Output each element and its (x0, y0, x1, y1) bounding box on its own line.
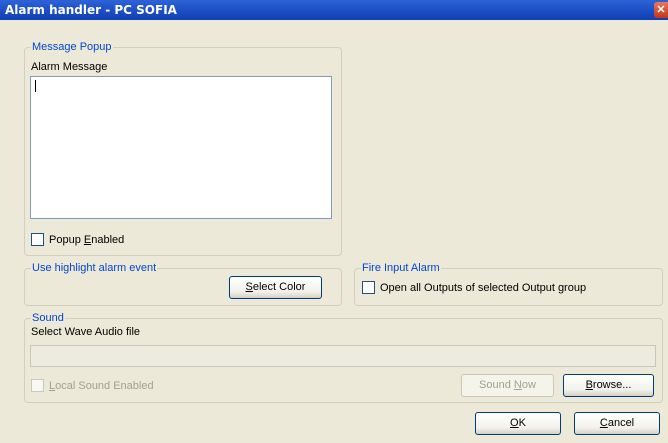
alarm-handler-window: Alarm handler - PC SOFIA ✕ Message Popup… (0, 0, 668, 443)
select-color-key: S (245, 281, 253, 293)
popup-enabled-checkbox[interactable] (31, 233, 44, 246)
sound-now-key: N (513, 379, 522, 391)
wave-file-label: Select Wave Audio file (31, 326, 141, 338)
ok-post: K (518, 417, 526, 429)
window-title: Alarm handler - PC SOFIA (5, 3, 177, 17)
cancel-post: ancel (607, 417, 635, 429)
local-sound-label[interactable]: Local Sound Enabled (49, 380, 154, 393)
close-icon: ✕ (656, 4, 666, 16)
sound-now-pre: Sound (479, 379, 514, 391)
sound-now-post: ow (521, 379, 536, 391)
browse-post: rowse... (592, 379, 632, 391)
popup-enabled-label[interactable]: Popup Enabled (49, 234, 124, 247)
sound-now-button[interactable]: Sound Now (461, 374, 554, 397)
cancel-key: C (599, 417, 608, 429)
select-color-post: elect Color (252, 281, 306, 293)
alarm-message-label: Alarm Message (31, 61, 108, 73)
ok-key: O (510, 417, 519, 429)
wave-file-input[interactable] (30, 345, 656, 367)
browse-button[interactable]: Browse... (563, 374, 654, 397)
open-outputs-label[interactable]: Open all Outputs of selected Output grou… (380, 282, 586, 295)
fire-input-group-title: Fire Input Alarm (361, 261, 441, 275)
close-button[interactable]: ✕ (654, 2, 668, 18)
local-sound-label-post: ocal Sound Enabled (55, 380, 154, 392)
ok-button[interactable]: OK (475, 412, 561, 435)
select-color-button[interactable]: Select Color (229, 276, 322, 299)
open-outputs-checkbox[interactable] (362, 281, 375, 294)
popup-enabled-label-post: nabled (91, 234, 125, 246)
local-sound-checkbox[interactable] (31, 379, 44, 392)
highlight-group-title: Use highlight alarm event (31, 261, 158, 275)
alarm-message-textarea[interactable] (30, 76, 332, 219)
text-caret (35, 80, 36, 92)
popup-enabled-label-pre: Popup (49, 234, 84, 246)
message-popup-group-title: Message Popup (31, 40, 113, 54)
cancel-button[interactable]: Cancel (574, 412, 660, 435)
title-bar[interactable]: Alarm handler - PC SOFIA ✕ (0, 0, 668, 20)
browse-key: B (585, 379, 593, 391)
sound-group-title: Sound (31, 311, 65, 325)
